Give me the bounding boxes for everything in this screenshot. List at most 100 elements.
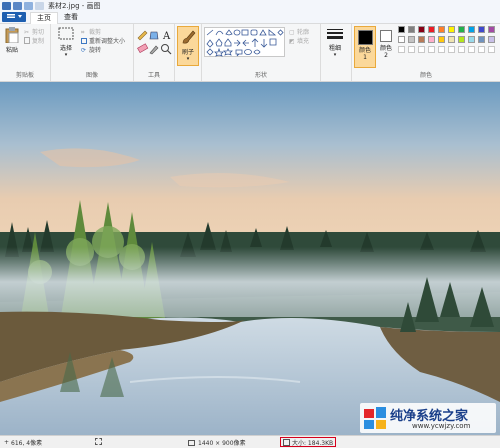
outline-icon: ▢	[289, 28, 295, 36]
line-width-icon	[327, 29, 343, 39]
rotate-button[interactable]: ⟳ 旋转	[81, 45, 125, 55]
text-tool-icon[interactable]: A	[162, 31, 171, 42]
palette-swatch[interactable]	[408, 26, 415, 33]
chevron-down-icon: ▾	[186, 56, 190, 62]
colors-group-label: 颜色	[419, 72, 432, 79]
brushes-group: 刷子 ▾	[175, 24, 202, 81]
dimensions-icon	[188, 439, 195, 446]
paste-icon	[5, 27, 19, 44]
paste-label: 粘贴	[5, 47, 18, 54]
canvas-image[interactable]: 纯净系统之家 www.ycwjzy.com	[0, 82, 500, 435]
chevron-down-icon: ▾	[64, 52, 68, 58]
image-group: 选择 ▾ ⌗ 裁剪 重新调整大小 ⟳ 旋转 图像	[51, 24, 134, 81]
pencil-icon[interactable]	[137, 30, 148, 41]
select-button[interactable]: 选择 ▾	[55, 27, 77, 61]
shapes-group: ▢ 轮廓 ◩ 填充 形状	[202, 24, 321, 81]
palette-swatch[interactable]	[438, 26, 445, 33]
palette-swatch[interactable]	[428, 36, 435, 43]
palette-swatch[interactable]	[398, 26, 405, 33]
palette-swatch[interactable]	[428, 26, 435, 33]
clipboard-group-label: 剪贴板	[15, 72, 34, 79]
outline-label: 轮廓	[297, 29, 310, 36]
palette-swatch[interactable]	[488, 36, 495, 43]
palette-swatch[interactable]	[448, 26, 455, 33]
size-button[interactable]: 粗细 ▾	[324, 27, 346, 65]
select-icon	[58, 27, 74, 40]
windows-logo-icon	[364, 407, 386, 429]
crop-button[interactable]: ⌗ 裁剪	[81, 27, 125, 37]
shapes-gallery[interactable]	[204, 27, 286, 57]
palette-swatch[interactable]	[398, 36, 405, 43]
file-menu-button[interactable]	[2, 12, 26, 22]
paste-button[interactable]: 粘贴	[3, 27, 21, 61]
selection-icon	[95, 438, 102, 445]
cut-button[interactable]: ✂ 剪切	[24, 27, 44, 37]
dimensions-text: 1440 × 900像素	[198, 440, 246, 447]
disk-icon	[283, 438, 290, 446]
palette-swatch[interactable]	[408, 36, 415, 43]
shapes-group-label: 形状	[254, 72, 267, 79]
color2-swatch	[380, 30, 392, 42]
palette-swatch[interactable]	[478, 36, 485, 43]
ribbon-tabs: 主页 查看	[0, 11, 500, 25]
palette-swatch[interactable]	[448, 36, 455, 43]
svg-text:A: A	[162, 31, 171, 42]
paint-app-icon	[2, 1, 11, 10]
palette-swatch[interactable]	[488, 46, 495, 53]
select-label: 选择	[59, 45, 72, 52]
palette-swatch[interactable]	[468, 36, 475, 43]
status-bar: + 616, 4像素 1440 × 900像素 大小: 184.3KB	[0, 435, 500, 448]
menu-icon	[7, 14, 22, 18]
palette-swatch[interactable]	[448, 46, 455, 53]
palette-swatch[interactable]	[478, 46, 485, 53]
palette-swatch[interactable]	[488, 26, 495, 33]
watermark: 纯净系统之家 www.ycwjzy.com	[360, 403, 496, 433]
eraser-icon[interactable]	[137, 43, 149, 54]
copy-icon	[24, 37, 30, 44]
palette-swatch[interactable]	[468, 26, 475, 33]
tools-group: A 工具	[134, 24, 175, 81]
rotate-label: 旋转	[89, 47, 102, 54]
selection-size	[95, 438, 102, 445]
color1-button[interactable]: 颜色 1	[354, 26, 376, 68]
fill-bucket-icon[interactable]	[149, 31, 159, 40]
color2-label: 颜色 2	[379, 45, 392, 59]
palette-swatch[interactable]	[418, 26, 425, 33]
size-group: 粗细 ▾	[321, 24, 352, 81]
resize-label: 重新调整大小	[89, 38, 126, 45]
palette-swatch[interactable]	[468, 46, 475, 53]
palette-swatch[interactable]	[408, 46, 415, 53]
copy-label: 复制	[32, 38, 45, 45]
copy-button[interactable]: 复制	[24, 36, 44, 45]
palette-swatch[interactable]	[438, 46, 445, 53]
palette-swatch[interactable]	[418, 46, 425, 53]
save-icon[interactable]	[13, 1, 22, 10]
undo-icon[interactable]	[24, 1, 33, 10]
resize-button[interactable]: 重新调整大小	[81, 36, 125, 45]
color2-button[interactable]: 颜色 2	[377, 26, 395, 66]
fill-icon: ◩	[289, 37, 295, 45]
palette-swatch[interactable]	[398, 46, 405, 53]
brushes-button[interactable]: 刷子 ▾	[177, 26, 199, 66]
palette-swatch[interactable]	[478, 26, 485, 33]
cursor-position-text: 616, 4像素	[11, 440, 43, 447]
palette-swatch[interactable]	[458, 36, 465, 43]
color-picker-icon[interactable]	[149, 45, 159, 55]
watermark-url: www.ycwjzy.com	[412, 422, 471, 430]
redo-icon[interactable]	[35, 1, 44, 10]
colors-group: 颜色 1 颜色 2 颜色	[352, 24, 500, 81]
window-title: 素材2.jpg - 画图	[48, 1, 101, 10]
image-dimensions: 1440 × 900像素	[188, 438, 246, 447]
file-size-text: 大小: 184.3KB	[292, 439, 334, 447]
size-label: 粗细	[328, 45, 341, 52]
crop-icon: ⌗	[81, 28, 85, 36]
tab-view[interactable]: 查看	[58, 12, 84, 23]
palette-swatch[interactable]	[458, 26, 465, 33]
palette-swatch[interactable]	[418, 36, 425, 43]
outline-button[interactable]: ▢ 轮廓	[289, 27, 310, 37]
magnifier-icon[interactable]	[161, 44, 172, 55]
palette-swatch[interactable]	[428, 46, 435, 53]
fill-button[interactable]: ◩ 填充	[289, 36, 309, 46]
palette-swatch[interactable]	[458, 46, 465, 53]
palette-swatch[interactable]	[438, 36, 445, 43]
